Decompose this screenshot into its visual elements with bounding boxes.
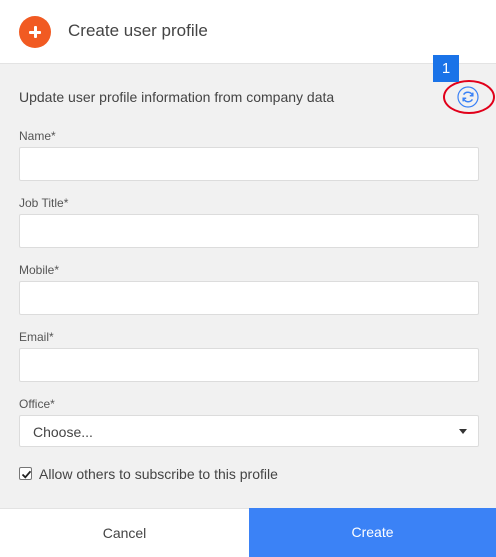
email-label: Email*	[19, 330, 54, 344]
refresh-icon	[457, 86, 479, 108]
name-label: Name*	[19, 129, 56, 143]
office-select[interactable]: Choose...	[19, 415, 479, 447]
add-icon	[19, 16, 51, 48]
dialog-title: Create user profile	[68, 21, 208, 40]
dialog-footer: Cancel Create	[0, 508, 496, 557]
subscribe-checkbox[interactable]	[19, 467, 32, 480]
job-title-field[interactable]	[19, 214, 479, 248]
cancel-button[interactable]: Cancel	[0, 508, 249, 557]
sync-description: Update user profile information from com…	[19, 89, 335, 105]
office-label: Office*	[19, 397, 55, 411]
mobile-field[interactable]	[19, 281, 479, 315]
mobile-label: Mobile*	[19, 263, 60, 277]
job-title-label: Job Title*	[19, 196, 69, 210]
step-badge: 1	[433, 55, 459, 82]
create-button[interactable]: Create	[249, 508, 496, 557]
name-field[interactable]	[19, 147, 479, 181]
dialog-body: Update user profile information from com…	[0, 55, 496, 508]
refresh-button[interactable]	[456, 85, 480, 109]
checkmark-icon	[21, 470, 32, 479]
caret-down-icon	[459, 429, 467, 434]
office-selected-value: Choose...	[33, 424, 93, 440]
subscribe-label: Allow others to subscribe to this profil…	[39, 466, 278, 482]
dialog-header: Create user profile	[0, 0, 496, 64]
email-field[interactable]	[19, 348, 479, 382]
